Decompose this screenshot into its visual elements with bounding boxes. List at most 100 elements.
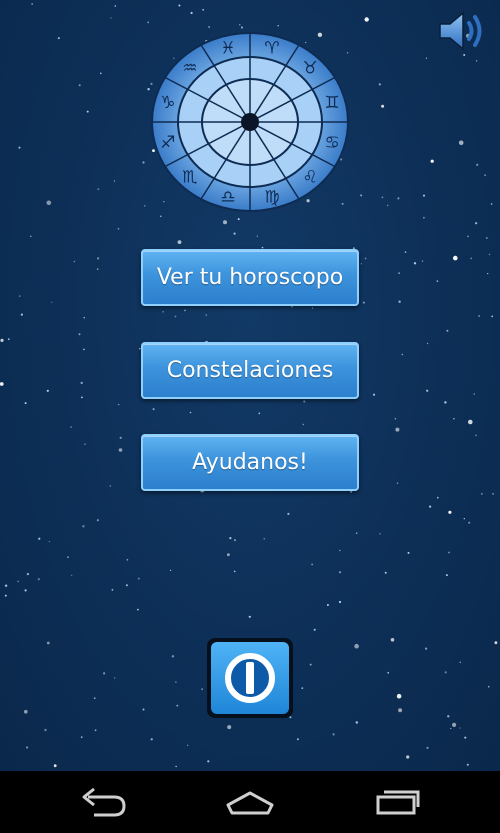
star: [311, 563, 313, 566]
star: [240, 26, 244, 29]
star: [398, 708, 403, 713]
exit-button[interactable]: [207, 638, 293, 718]
star: [355, 532, 358, 534]
star: [82, 525, 85, 528]
star: [459, 661, 462, 664]
star: [73, 260, 76, 263]
star: [113, 180, 116, 182]
star: [67, 556, 69, 559]
star: [339, 549, 341, 552]
star: [487, 273, 489, 275]
star: [453, 255, 458, 261]
star: [468, 521, 471, 524]
star: [26, 572, 30, 576]
star: [150, 738, 153, 741]
star: [423, 216, 425, 219]
star: [436, 496, 439, 499]
star: [490, 203, 493, 205]
star: [338, 600, 342, 604]
zodiac-sign-icon: ♏: [182, 167, 197, 187]
star: [46, 641, 50, 645]
star: [447, 715, 450, 718]
star: [485, 237, 488, 239]
star: [309, 663, 312, 666]
star: [84, 443, 86, 446]
star: [390, 638, 395, 642]
star: [475, 60, 478, 62]
star: [476, 163, 479, 166]
star: [184, 309, 186, 312]
back-icon[interactable]: [74, 785, 134, 819]
star: [436, 280, 439, 282]
recent-apps-icon[interactable]: [366, 785, 426, 819]
star: [46, 389, 49, 392]
star: [96, 268, 99, 270]
help-button-label: Ayudanos!: [192, 450, 308, 475]
star: [326, 604, 329, 606]
star: [448, 551, 450, 554]
star: [117, 228, 120, 230]
star: [109, 485, 112, 487]
star: [71, 574, 73, 577]
star: [53, 764, 57, 768]
star: [7, 338, 10, 341]
star: [248, 615, 251, 618]
star: [396, 482, 399, 485]
star: [78, 84, 81, 87]
zodiac-sign-icon: ♓: [220, 39, 235, 59]
star: [18, 146, 21, 149]
star: [302, 423, 304, 426]
zodiac-sign-icon: ♊: [324, 93, 339, 113]
help-button[interactable]: Ayudanos!: [141, 434, 359, 491]
star: [96, 519, 99, 522]
star: [202, 8, 205, 11]
star: [296, 738, 299, 741]
star: [470, 257, 473, 260]
constellations-button[interactable]: Constelaciones: [141, 342, 359, 399]
star: [97, 257, 100, 260]
star: [201, 688, 203, 690]
star: [463, 518, 465, 520]
star: [301, 687, 304, 689]
star: [125, 584, 128, 587]
star: [423, 194, 425, 197]
star: [237, 218, 240, 221]
star: [387, 671, 390, 674]
star: [37, 578, 40, 581]
star: [24, 402, 27, 405]
star: [397, 197, 400, 200]
star: [144, 205, 146, 207]
horoscope-button[interactable]: Ver tu horoscopo: [141, 249, 359, 306]
star: [31, 3, 34, 5]
star: [86, 110, 89, 113]
star: [137, 577, 140, 580]
star: [117, 403, 120, 406]
star: [475, 222, 478, 225]
star: [94, 729, 97, 732]
star: [384, 571, 387, 574]
star: [394, 417, 397, 420]
star: [263, 538, 265, 540]
star: [0, 382, 4, 386]
star: [118, 448, 123, 452]
star: [170, 569, 172, 572]
star: [464, 736, 467, 739]
star: [208, 26, 210, 28]
star: [444, 671, 447, 674]
star: [111, 589, 114, 591]
star: [406, 755, 410, 759]
horoscope-button-label: Ver tu horoscopo: [156, 265, 344, 290]
home-icon[interactable]: [220, 785, 280, 819]
star: [48, 541, 51, 543]
star: [395, 427, 400, 432]
star: [398, 300, 401, 303]
star: [113, 677, 116, 679]
star: [488, 253, 491, 256]
star: [381, 104, 385, 108]
star: [381, 196, 384, 199]
sound-toggle-button[interactable]: [436, 8, 492, 54]
star: [142, 708, 145, 711]
star: [100, 72, 102, 75]
star: [46, 200, 52, 206]
star: [175, 681, 177, 683]
